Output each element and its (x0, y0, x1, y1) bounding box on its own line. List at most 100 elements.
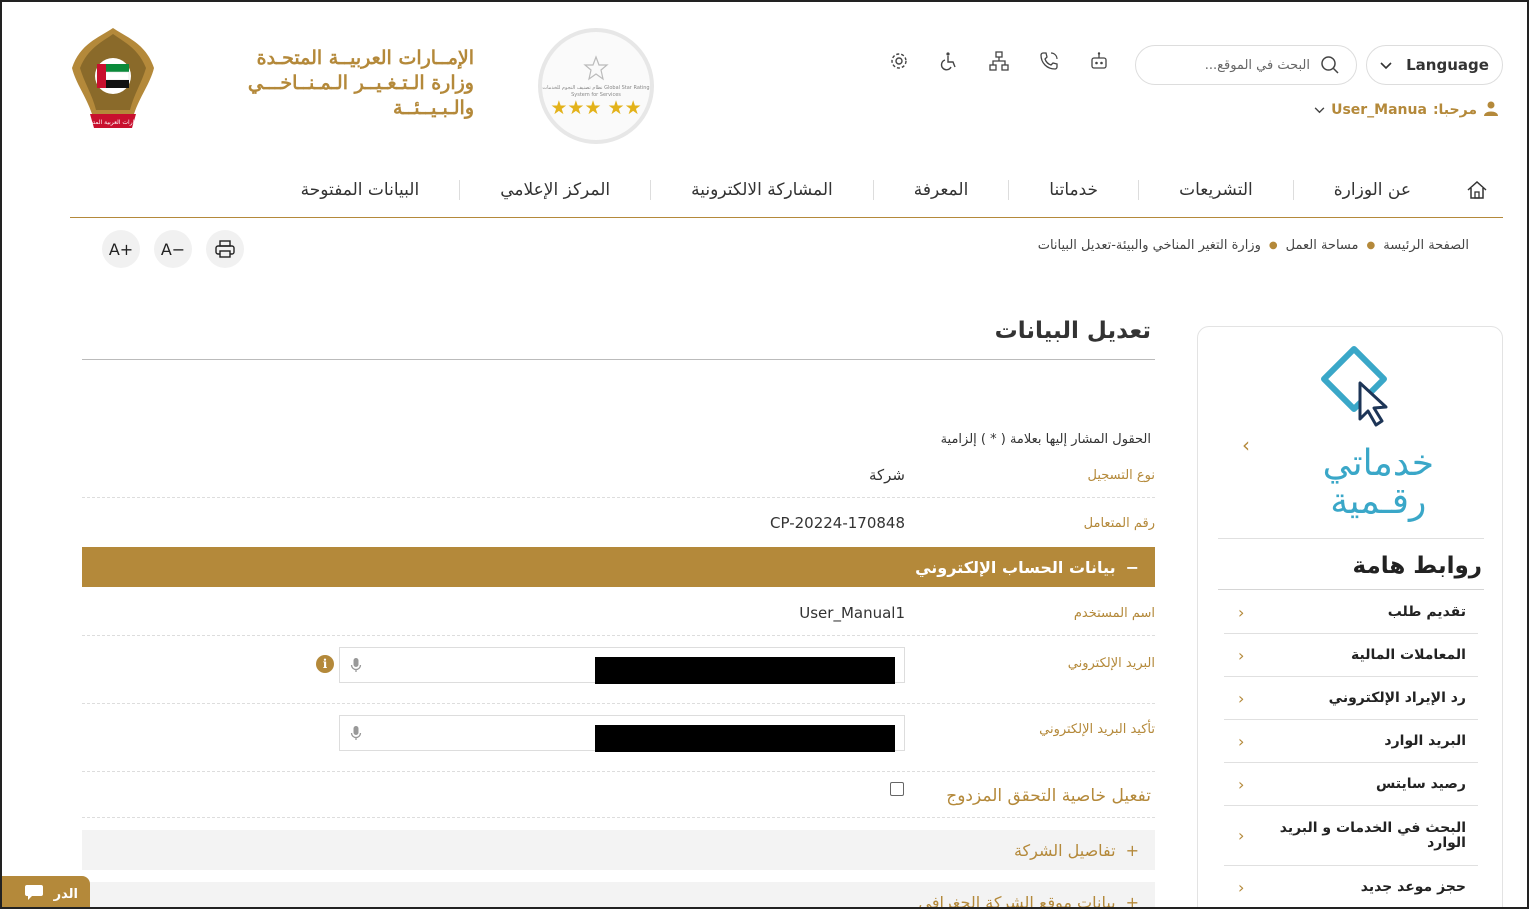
two-factor-row (82, 772, 1155, 818)
chevron-left-icon: ‹ (1238, 645, 1245, 665)
font-increase-button[interactable]: A+ (102, 230, 140, 268)
chevron-left-icon: ‹ (1238, 826, 1245, 845)
language-label: Language (1406, 56, 1489, 74)
breadcrumb-home[interactable]: الصفحة الرئيسة (1383, 238, 1469, 253)
divider (82, 359, 1155, 360)
badge-stars: ★★★ ★★ (550, 97, 642, 119)
nav-knowledge[interactable]: المعرفة (872, 179, 1009, 200)
chevron-left-icon: ‹ (1238, 774, 1245, 794)
username-value: User_Manual1 (799, 604, 905, 622)
link-cites-balance[interactable]: رصيد سايتس ‹ (1224, 763, 1478, 806)
sitemap-icon[interactable] (988, 50, 1010, 72)
registration-type-value: شركة (868, 466, 905, 484)
required-fields-note: الحقول المشار إليها بعلامة ( * ) إلزامية (940, 432, 1151, 447)
ministry-name[interactable]: الإمــارات العربيــة المتحـدة وزارة الـت… (174, 46, 474, 120)
promo-line-1: خدماتي (1322, 443, 1434, 484)
company-details-section[interactable]: + تفاصيل الشركة (82, 830, 1155, 870)
site-search[interactable] (1135, 45, 1357, 85)
link-e-refund[interactable]: رد الإيراد الإلكتروني ‹ (1224, 677, 1478, 720)
ministry-line-1: الإمــارات العربيــة المتحـدة (256, 47, 474, 69)
nav-about-ministry[interactable]: عن الوزارة (1292, 179, 1451, 200)
username-label: User_Manua (1331, 102, 1427, 118)
link-label: رد الإيراد الإلكتروني (1328, 689, 1466, 706)
collapse-icon: − (1125, 557, 1139, 577)
link-label: رصيد سايتس (1375, 775, 1466, 792)
digital-services-banner[interactable]: ‹ خدماتي رقـمية (1218, 339, 1484, 539)
user-menu[interactable]: مرحبا: User_Manua (1314, 100, 1499, 120)
page-title: تعديل البيانات (994, 318, 1151, 344)
utility-icons (888, 50, 1110, 72)
customer-number-value: CP-20224-170848 (770, 514, 905, 532)
email-field[interactable] (339, 647, 905, 684)
uae-emblem-logo[interactable]: الإمارات العربية المتحدة (68, 24, 158, 136)
settings-icon[interactable] (888, 50, 910, 72)
account-section-header[interactable]: − بيانات الحساب الإلكتروني (82, 547, 1155, 587)
link-financial-transactions[interactable]: المعاملات المالية ‹ (1224, 634, 1478, 677)
breadcrumb-separator: ● (1366, 240, 1376, 251)
promo-text: خدماتي رقـمية (1323, 445, 1434, 521)
customer-number-label: رقم المتعامل (1083, 516, 1155, 531)
expand-icon: + (1125, 840, 1139, 860)
sidebar: ‹ خدماتي رقـمية روابط هامة تقديم طلب ‹ ا… (1197, 326, 1503, 907)
search-input[interactable] (1160, 57, 1310, 73)
breadcrumb: الصفحة الرئيسة ● مساحة العمل ● وزارة الت… (1038, 238, 1469, 253)
user-icon (1483, 100, 1499, 120)
info-icon[interactable]: i (316, 655, 334, 673)
registration-type-row: نوع التسجيل شركة (82, 460, 1155, 498)
chevron-down-icon (1314, 102, 1325, 118)
phone-icon[interactable] (1038, 50, 1060, 72)
chevron-left-icon: ‹ (1238, 877, 1245, 897)
chevron-left-icon: ‹ (1238, 602, 1245, 622)
important-links-title: روابط هامة (1352, 553, 1482, 579)
chat-button[interactable]: الدر (2, 876, 90, 907)
link-inbox[interactable]: البريد الوارد ‹ (1224, 720, 1478, 763)
main-navigation: عن الوزارة التشريعات خدماتنا المعرفة الم… (70, 162, 1503, 218)
star-outline-icon (583, 55, 609, 81)
breadcrumb-current: وزارة التغير المناخي والبيئة-تعديل البيا… (1037, 238, 1261, 253)
link-label: البحث في الخدمات و البريد الوارد (1279, 819, 1466, 851)
emblem-label: الإمارات العربية المتحدة (83, 119, 143, 126)
redacted-value (595, 725, 895, 752)
customer-number-row: رقم المتعامل CP-20224-170848 (82, 508, 1155, 544)
section-title: بيانات موقع الشركة الجغرافي (918, 892, 1116, 909)
welcome-label: مرحبا: (1432, 102, 1477, 118)
link-submit-request[interactable]: تقديم طلب ‹ (1224, 591, 1478, 634)
username-label: اسم المستخدم (1073, 606, 1155, 621)
link-label: تقديم طلب (1387, 603, 1466, 620)
nav-e-participation[interactable]: المشاركة الالكترونية (650, 179, 873, 200)
link-search-services-inbox[interactable]: البحث في الخدمات و البريد الوارد ‹ (1224, 806, 1478, 866)
nav-services[interactable]: خدماتنا (1008, 179, 1138, 200)
redacted-value (595, 657, 895, 684)
chevron-down-icon (1380, 56, 1392, 74)
home-icon[interactable] (1451, 180, 1503, 200)
link-label: البريد الوارد (1384, 732, 1466, 749)
nav-legislation[interactable]: التشريعات (1138, 179, 1293, 200)
chat-bubble-icon (24, 883, 44, 905)
expand-icon: + (1125, 892, 1139, 909)
confirm-email-label: تأكيد البريد الإلكتروني (1039, 722, 1155, 737)
accessibility-icon[interactable] (938, 50, 960, 72)
robot-icon[interactable] (1088, 50, 1110, 72)
microphone-icon[interactable] (350, 725, 362, 745)
section-title: بيانات الحساب الإلكتروني (915, 557, 1116, 577)
link-label: المعاملات المالية (1350, 646, 1466, 663)
microphone-icon[interactable] (350, 657, 362, 677)
link-book-appointment[interactable]: حجز موعد جديد ‹ (1224, 866, 1478, 907)
star-rating-badge: نظام تصنيف النجوم للخدمات Global Star Ra… (538, 28, 654, 144)
page-tools: A+ A− (102, 230, 244, 268)
language-dropdown[interactable]: Language (1366, 45, 1503, 85)
page-frame: الإمارات العربية المتحدة الإمــارات العر… (0, 0, 1529, 909)
cursor-tile-icon (1321, 346, 1388, 427)
search-icon[interactable] (1320, 55, 1340, 75)
nav-media-center[interactable]: المركز الإعلامي (459, 179, 650, 200)
company-location-section[interactable]: + بيانات موقع الشركة الجغرافي (82, 882, 1155, 909)
nav-open-data[interactable]: البيانات المفتوحة (261, 180, 460, 200)
print-icon[interactable] (206, 230, 244, 268)
username-row: اسم المستخدم User_Manual1 (82, 598, 1155, 636)
breadcrumb-workspace[interactable]: مساحة العمل (1286, 238, 1359, 253)
link-label: حجز موعد جديد (1360, 878, 1466, 895)
chevron-left-icon[interactable]: ‹ (1242, 433, 1250, 457)
confirm-email-field[interactable] (339, 715, 905, 752)
font-decrease-button[interactable]: A− (154, 230, 192, 268)
breadcrumb-separator: ● (1268, 240, 1278, 251)
